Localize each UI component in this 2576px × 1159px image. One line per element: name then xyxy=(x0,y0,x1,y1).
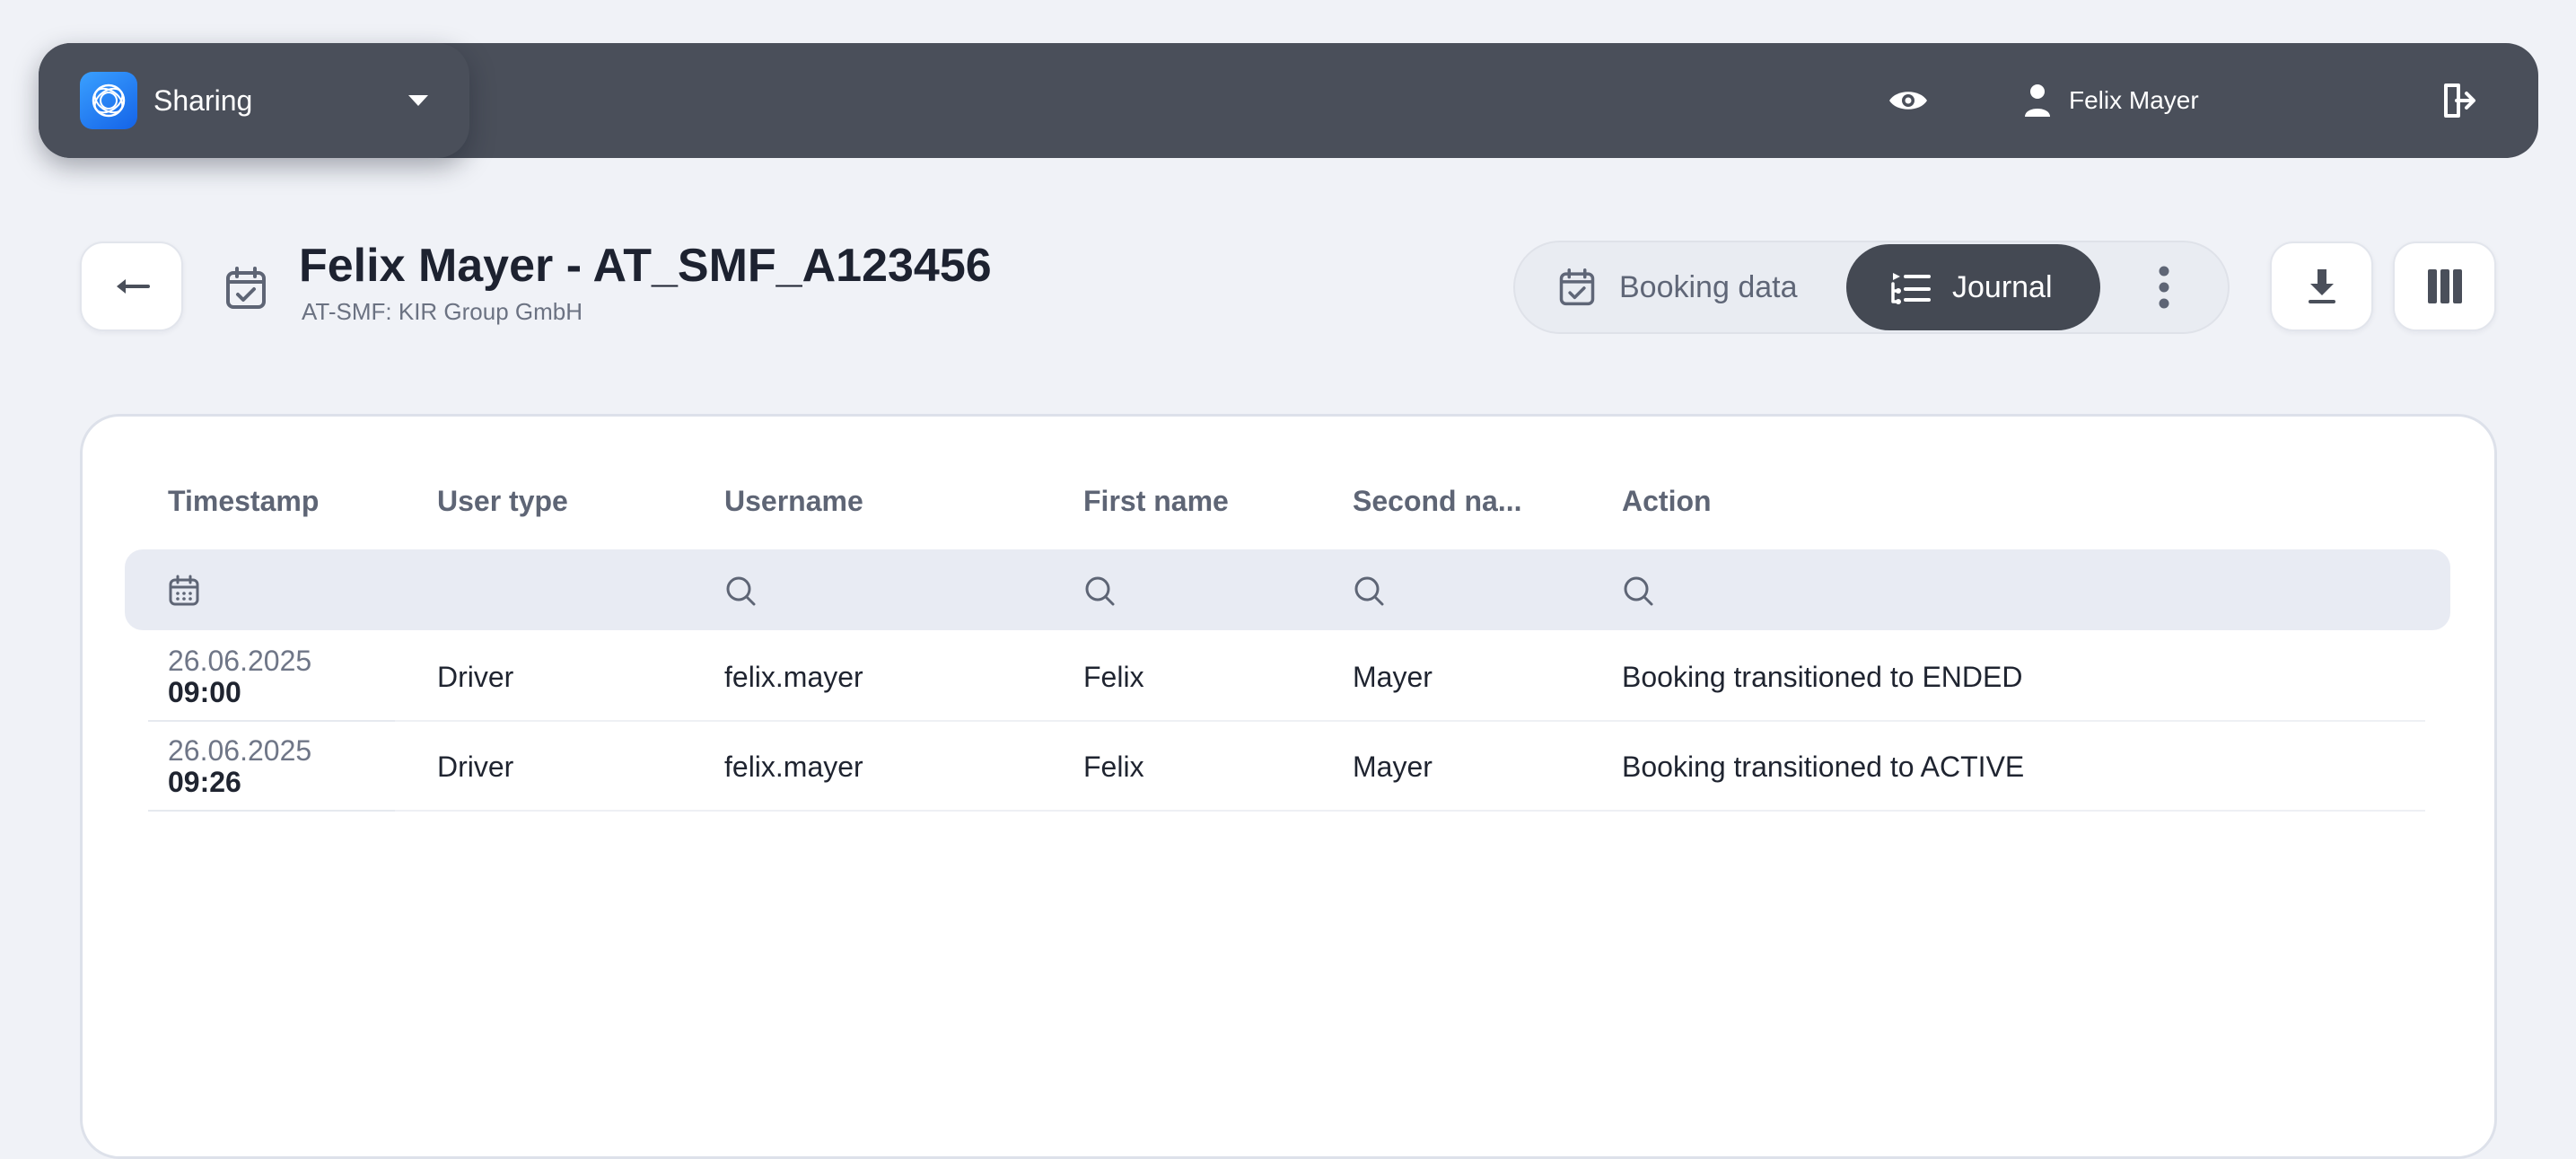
logout-button[interactable] xyxy=(2436,77,2481,124)
app-switcher[interactable]: Sharing xyxy=(39,43,469,158)
username-cell: felix.mayer xyxy=(724,661,863,693)
more-vertical-icon xyxy=(2159,266,2169,309)
column-header-first-name[interactable]: First name xyxy=(1083,485,1229,518)
calendar-check-icon xyxy=(226,267,266,309)
search-icon[interactable] xyxy=(724,575,757,607)
page-title: Felix Mayer - AT_SMF_A123456 xyxy=(299,240,992,292)
tab-journal-label: Journal xyxy=(1952,269,2053,304)
columns-icon xyxy=(2427,269,2462,303)
column-header-username[interactable]: Username xyxy=(724,485,863,518)
username-cell: felix.mayer xyxy=(724,751,863,783)
eye-icon xyxy=(1889,92,1927,110)
search-icon[interactable] xyxy=(1083,575,1116,607)
timestamp-time: 09:00 xyxy=(168,676,241,708)
user-name: Felix Mayer xyxy=(2069,86,2199,114)
filter-row xyxy=(125,549,2450,630)
column-header-action[interactable]: Action xyxy=(1622,485,1712,518)
sharing-logo-icon xyxy=(80,72,137,129)
timestamp-date: 26.06.2025 xyxy=(168,645,312,677)
calendar-check-icon xyxy=(1559,268,1595,306)
row-divider xyxy=(148,810,395,812)
action-cell: Booking transitioned to ENDED xyxy=(1622,661,2023,693)
tab-booking-data[interactable]: Booking data xyxy=(1558,262,1798,312)
back-button[interactable] xyxy=(80,241,183,331)
view-button[interactable] xyxy=(1885,79,1932,122)
first-name-cell: Felix xyxy=(1083,751,1144,783)
timestamp-date: 26.06.2025 xyxy=(168,734,312,767)
second-name-cell: Mayer xyxy=(1353,661,1433,693)
second-name-cell: Mayer xyxy=(1353,751,1433,783)
journal-card xyxy=(80,414,2497,1159)
search-icon[interactable] xyxy=(1353,575,1385,607)
chevron-down-icon xyxy=(408,95,428,106)
calendar-icon[interactable] xyxy=(168,575,200,607)
download-icon xyxy=(2308,269,2335,303)
user-menu[interactable]: Felix Mayer xyxy=(2024,75,2199,126)
arrow-left-icon xyxy=(116,279,150,294)
app-name: Sharing xyxy=(153,83,253,117)
logout-icon xyxy=(2444,83,2475,118)
download-button[interactable] xyxy=(2270,241,2373,331)
column-header-second-name[interactable]: Second na... xyxy=(1353,485,1521,518)
action-cell: Booking transitioned to ACTIVE xyxy=(1622,751,2025,783)
more-options-button[interactable] xyxy=(2141,262,2187,312)
timestamp-time: 09:26 xyxy=(168,766,241,798)
row-divider xyxy=(395,720,2425,722)
first-name-cell: Felix xyxy=(1083,661,1144,693)
user-type-cell: Driver xyxy=(437,661,514,693)
page-subtitle: AT-SMF: KIR Group GmbH xyxy=(302,298,583,325)
tab-journal[interactable]: Journal xyxy=(1846,244,2100,330)
user-type-cell: Driver xyxy=(437,751,514,783)
row-divider xyxy=(148,720,395,722)
search-icon[interactable] xyxy=(1622,575,1654,607)
tab-booking-data-label: Booking data xyxy=(1619,269,1798,304)
column-header-timestamp[interactable]: Timestamp xyxy=(168,485,319,518)
user-icon xyxy=(2025,84,2050,117)
list-icon xyxy=(1891,273,1931,304)
columns-button[interactable] xyxy=(2393,241,2496,331)
column-header-user-type[interactable]: User type xyxy=(437,485,568,518)
row-divider xyxy=(395,810,2425,812)
